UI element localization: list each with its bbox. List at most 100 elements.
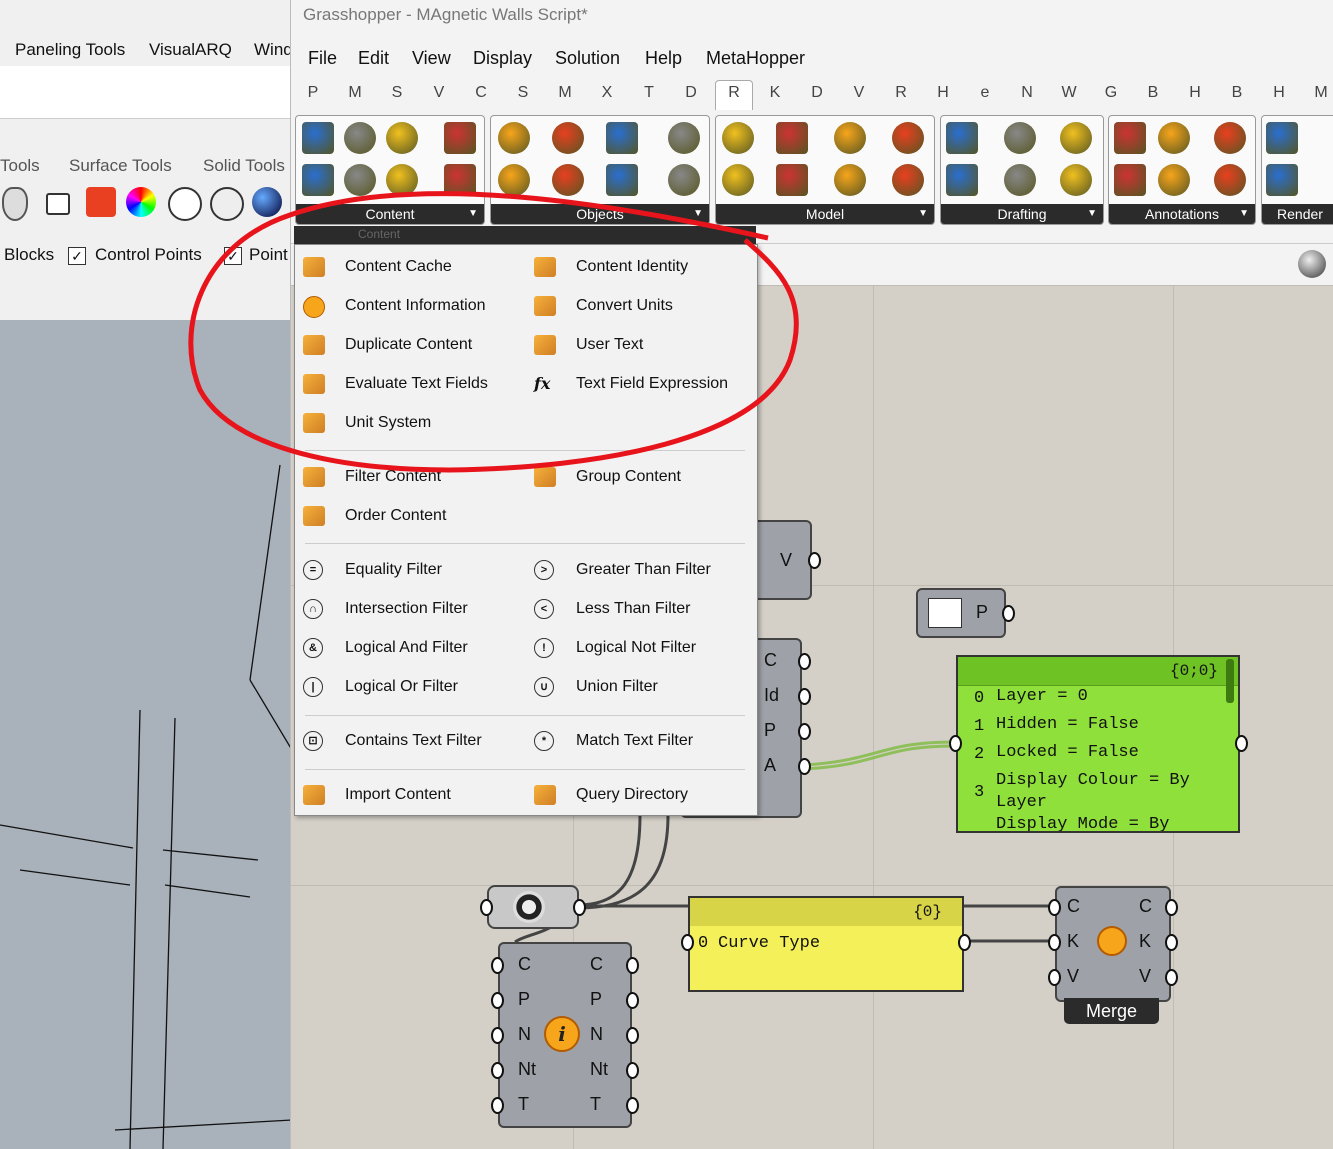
toolbar-component-icon-23[interactable] <box>892 164 924 196</box>
merge-output-port[interactable] <box>1165 969 1178 986</box>
toolbar-component-icon-33[interactable] <box>1158 164 1190 196</box>
merge-input-port[interactable] <box>1048 899 1061 916</box>
toolbar-component-icon-1[interactable] <box>302 164 334 196</box>
menu-edit[interactable]: Edit <box>358 48 389 69</box>
menu-file[interactable]: File <box>308 48 337 69</box>
gh-tab-2[interactable]: S <box>387 84 407 102</box>
toolbar-component-icon-24[interactable] <box>946 122 978 154</box>
panel-render-label[interactable]: Render <box>1262 204 1333 224</box>
toolbar-component-icon-14[interactable] <box>668 122 700 154</box>
gh-tab-5[interactable]: S <box>513 84 533 102</box>
toolbar-component-icon-19[interactable] <box>776 164 808 196</box>
gh-tab-10[interactable]: R <box>715 80 753 110</box>
toolbar-component-icon-25[interactable] <box>946 164 978 196</box>
toolbar-component-icon-27[interactable] <box>1004 164 1036 196</box>
port-a[interactable] <box>798 758 811 775</box>
panel-curve-input-port[interactable] <box>681 934 694 951</box>
info-input-port[interactable] <box>491 957 504 974</box>
toolbar-component-icon-8[interactable] <box>498 122 530 154</box>
toolbar-component-icon-0[interactable] <box>302 122 334 154</box>
port-id[interactable] <box>798 688 811 705</box>
toolbar-component-icon-11[interactable] <box>552 164 584 196</box>
gh-tab-15[interactable]: H <box>933 84 953 102</box>
gh-tab-18[interactable]: W <box>1059 84 1079 102</box>
curve-param-output-port[interactable] <box>573 899 586 916</box>
menu-item-text-field-expression[interactable]: fx Text Field Expression <box>534 370 749 398</box>
node-p-output-port[interactable] <box>1002 605 1015 622</box>
menu-item-logical-and-filter[interactable]: & Logical And Filter <box>303 634 518 662</box>
gh-tab-3[interactable]: V <box>429 84 449 102</box>
port-p[interactable] <box>798 723 811 740</box>
gh-tab-17[interactable]: N <box>1017 84 1037 102</box>
info-input-port[interactable] <box>491 1027 504 1044</box>
toolbar-component-icon-6[interactable] <box>444 122 476 154</box>
merge-output-port[interactable] <box>1165 934 1178 951</box>
panel-content-label[interactable]: Content ▼ <box>296 204 484 224</box>
panel-layer-input-port[interactable] <box>949 735 962 752</box>
gh-tab-23[interactable]: H <box>1269 84 1289 102</box>
port-c[interactable] <box>798 653 811 670</box>
toolbar-component-icon-22[interactable] <box>892 122 924 154</box>
node-content-information[interactable]: i C C P P N N Nt Nt T T <box>491 942 639 1128</box>
toolbar-component-icon-31[interactable] <box>1114 164 1146 196</box>
toolbar-component-icon-5[interactable] <box>386 164 418 196</box>
info-input-port[interactable] <box>491 1062 504 1079</box>
panel-curve-output-port[interactable] <box>958 934 971 951</box>
node-merge[interactable]: CCKKVV <box>1048 886 1178 1002</box>
toolbar-component-icon-34[interactable] <box>1214 122 1246 154</box>
toolbar-component-icon-30[interactable] <box>1114 122 1146 154</box>
menu-item-equality-filter[interactable]: = Equality Filter <box>303 556 518 584</box>
info-output-port[interactable] <box>626 1062 639 1079</box>
gh-tab-16[interactable]: e <box>975 84 995 102</box>
tab-solid-tools[interactable]: Solid Tools <box>203 156 285 176</box>
menu-item-content-identity[interactable]: Content Identity <box>534 253 749 281</box>
node-curve-param[interactable] <box>480 885 586 929</box>
lock-icon[interactable] <box>46 193 70 215</box>
toolbar-component-icon-7[interactable] <box>444 164 476 196</box>
panel-drafting-label[interactable]: Drafting ▼ <box>941 204 1103 224</box>
panel-model-label[interactable]: Model ▼ <box>716 204 934 224</box>
color-wheel-icon[interactable] <box>126 187 156 217</box>
toolbar-component-icon-4[interactable] <box>386 122 418 154</box>
gh-tab-6[interactable]: M <box>555 84 575 102</box>
gh-tab-14[interactable]: R <box>891 84 911 102</box>
menu-item-less-than-filter[interactable]: < Less Than Filter <box>534 595 749 623</box>
preview-mode-icon[interactable] <box>1298 250 1326 278</box>
toolbar-component-icon-3[interactable] <box>344 164 376 196</box>
menu-item-contains-text-filter[interactable]: ⊡ Contains Text Filter <box>303 727 518 755</box>
gh-tab-12[interactable]: D <box>807 84 827 102</box>
menu-item-duplicate-content[interactable]: Duplicate Content <box>303 331 518 359</box>
panel-layer-output-port[interactable] <box>1235 735 1248 752</box>
menu-item-intersection-filter[interactable]: ∩ Intersection Filter <box>303 595 518 623</box>
menu-item-content-cache[interactable]: Content Cache <box>303 253 518 281</box>
gh-tab-4[interactable]: C <box>471 84 491 102</box>
lightbulb-icon[interactable] <box>2 187 28 221</box>
gh-tab-8[interactable]: T <box>639 84 659 102</box>
gh-tab-22[interactable]: B <box>1227 84 1247 102</box>
info-input-port[interactable] <box>491 1097 504 1114</box>
control-points-checkbox[interactable]: ✓ <box>68 247 86 265</box>
menu-item-unit-system[interactable]: Unit System <box>303 409 518 437</box>
toolbar-component-icon-18[interactable] <box>776 122 808 154</box>
toolbar-component-icon-10[interactable] <box>552 122 584 154</box>
toolbar-component-icon-12[interactable] <box>606 122 638 154</box>
node-v-output-port[interactable] <box>808 552 821 569</box>
menu-item-order-content[interactable]: Order Content <box>303 502 518 530</box>
menu-item-greater-than-filter[interactable]: > Greater Than Filter <box>534 556 749 584</box>
menu-item-user-text[interactable]: User Text <box>534 331 749 359</box>
toolbar-component-icon-29[interactable] <box>1060 164 1092 196</box>
menu-visualarq[interactable]: VisualARQ <box>149 40 232 60</box>
menu-display[interactable]: Display <box>473 48 532 69</box>
tab-tools[interactable]: Tools <box>0 156 40 176</box>
gh-tab-9[interactable]: D <box>681 84 701 102</box>
merge-input-port[interactable] <box>1048 969 1061 986</box>
toolbar-component-icon-20[interactable] <box>834 122 866 154</box>
sphere-wire-icon[interactable] <box>168 187 202 221</box>
rhino-viewport[interactable] <box>0 320 292 1149</box>
gh-tab-20[interactable]: B <box>1143 84 1163 102</box>
panel-objects-label[interactable]: Objects ▼ <box>491 204 709 224</box>
menu-item-union-filter[interactable]: ∪ Union Filter <box>534 673 749 701</box>
menu-item-logical-or-filter[interactable]: | Logical Or Filter <box>303 673 518 701</box>
toolbar-component-icon-13[interactable] <box>606 164 638 196</box>
menu-item-evaluate-text-fields[interactable]: Evaluate Text Fields <box>303 370 518 398</box>
